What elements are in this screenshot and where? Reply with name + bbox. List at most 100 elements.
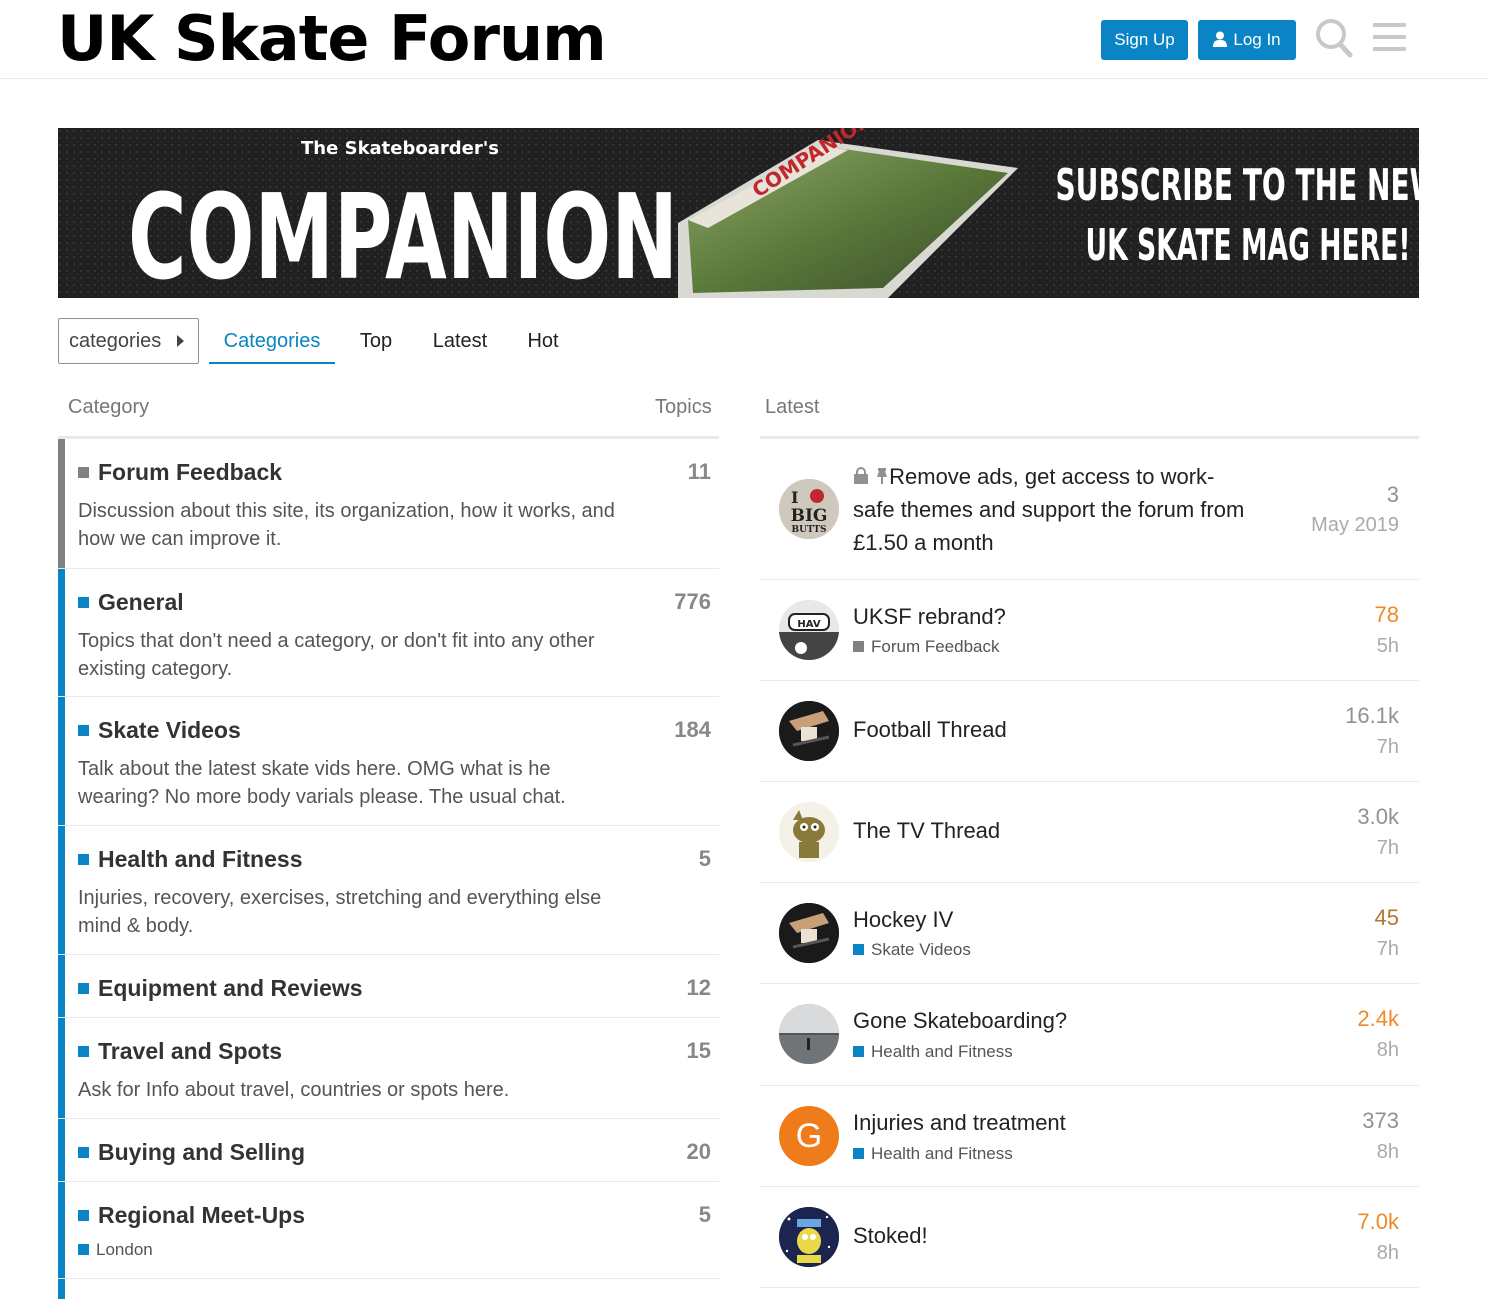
category-topic-count: 12 [686,975,711,1000]
tab-latest[interactable]: Latest [420,318,500,364]
avatar[interactable] [779,1004,839,1064]
avatar[interactable]: I BIG BUTTS [779,479,839,539]
topic-activity-time[interactable]: 8h [1377,1141,1399,1164]
category-name[interactable]: Travel and Spots [78,1038,282,1065]
category-name-text: Forum Feedback [98,459,283,485]
category-name-text: Skate Videos [98,717,241,743]
category-topic-count: 184 [674,717,711,742]
avatar[interactable] [779,903,839,963]
category-square-icon [78,1210,89,1221]
avatar[interactable] [779,1207,839,1267]
subcategory-link-london[interactable]: London [78,1240,153,1260]
category-square-icon [78,1147,89,1158]
category-row[interactable]: Regional Meet-Ups 5 London [58,1182,719,1279]
topic-activity-time[interactable]: 8h [1377,1242,1399,1265]
category-topic-count: 776 [674,589,711,614]
latest-column-header: Latest [765,396,820,418]
search-icon[interactable] [1315,18,1353,63]
hamburger-menu-icon[interactable] [1373,18,1409,63]
topic-row[interactable]: HAV UKSF rebrand? Forum Feedback 78 5h [760,580,1419,681]
category-column-header: Category [68,396,150,418]
topic-title[interactable]: Injuries and treatment [853,1106,1066,1139]
avatar[interactable] [779,701,839,761]
banner-cta-line1: SUBSCRIBE TO THE NEW [1056,160,1420,211]
category-row[interactable]: Health and Fitness 5 Injuries, recovery,… [58,826,719,955]
tab-hot[interactable]: Hot [515,318,571,364]
subcategory-square-icon [78,1244,89,1255]
topic-activity-time[interactable]: 7h [1377,837,1399,860]
topic-row[interactable]: Stoked! 7.0k 8h [760,1187,1419,1288]
site-logo[interactable]: UK Skate Forum [57,2,607,76]
topic-category-badge[interactable]: Forum Feedback [853,637,1000,657]
category-topic-count: 5 [698,1202,711,1227]
sign-up-button[interactable]: Sign Up [1101,20,1188,60]
banner-cta-line2: UK SKATE MAG HERE! [1086,220,1411,271]
topic-category-label: Health and Fitness [871,1042,1013,1061]
category-color-bar [58,1182,65,1278]
topic-title[interactable]: Stoked! [853,1219,928,1252]
category-square-icon [78,854,89,865]
categories-dropdown[interactable]: categories [58,318,199,364]
topic-title[interactable]: UKSF rebrand? [853,600,1006,633]
topic-category-label: Skate Videos [871,940,971,959]
topic-title[interactable]: Remove ads, get access to work-safe them… [853,460,1253,559]
category-description: Talk about the latest skate vids here. O… [78,758,566,808]
category-color-bar [58,1018,65,1118]
avatar[interactable]: G [779,1106,839,1166]
log-in-button[interactable]: Log In [1198,20,1296,60]
topic-row[interactable]: Football Thread 16.1k 7h [760,681,1419,782]
category-row[interactable]: Forum Feedback 11 Discussion about this … [58,439,719,569]
topic-title-text: Remove ads, get access to work-safe them… [853,464,1245,555]
category-topic-count: 11 [687,459,711,484]
category-name[interactable]: Buying and Selling [78,1139,305,1166]
category-color-bar [58,955,65,1017]
topic-category-badge[interactable]: Skate Videos [853,940,971,960]
tab-top[interactable]: Top [350,318,402,364]
subcategory-label: London [96,1240,153,1259]
category-description: Ask for Info about travel, countries or … [78,1079,510,1101]
topic-activity-time[interactable]: 5h [1377,635,1399,658]
topic-activity-time[interactable]: 8h [1377,1039,1399,1062]
category-row[interactable]: Travel and Spots 15 Ask for Info about t… [58,1018,719,1119]
topic-title[interactable]: Gone Skateboarding? [853,1004,1067,1037]
category-name[interactable]: General [78,589,184,616]
category-name[interactable]: Health and Fitness [78,846,302,873]
topic-post-count: 45 [1374,905,1399,930]
companion-ad-banner[interactable]: The Skateboarder's COMPANION COMPANION S… [58,128,1419,298]
topic-row[interactable]: The TV Thread 3.0k 7h [760,782,1419,883]
category-square-icon [78,725,89,736]
topic-category-badge[interactable]: Health and Fitness [853,1042,1013,1062]
category-name[interactable]: Forum Feedback [78,459,282,486]
topic-activity-time[interactable]: 7h [1377,736,1399,759]
category-name[interactable]: Equipment and Reviews [78,975,363,1002]
svg-text:HAV: HAV [797,619,820,630]
topic-post-count: 16.1k [1345,703,1399,728]
category-color-bar [58,826,65,954]
category-row[interactable]: General 776 Topics that don't need a cat… [58,569,719,697]
category-name[interactable]: Skate Videos [78,717,241,744]
topic-post-count: 7.0k [1357,1209,1399,1234]
category-name[interactable]: Regional Meet-Ups [78,1202,305,1229]
avatar[interactable]: HAV [779,600,839,660]
avatar[interactable] [779,802,839,862]
category-row[interactable]: Equipment and Reviews 12 [58,955,719,1018]
category-name-text: Health and Fitness [98,846,303,872]
topic-row[interactable]: Hockey IV Skate Videos 45 7h [760,883,1419,984]
category-square-icon [853,1046,864,1057]
topic-row[interactable]: I BIG BUTTS Remove ads, get access to work… [760,439,1419,580]
topic-category-badge[interactable]: Health and Fitness [853,1144,1013,1164]
category-square-icon [853,1148,864,1159]
category-row[interactable]: Skate Videos 184 Talk about the latest s… [58,697,719,826]
topic-title[interactable]: Hockey IV [853,903,953,936]
topic-row[interactable]: Gone Skateboarding? Health and Fitness 2… [760,984,1419,1086]
topic-title[interactable]: Football Thread [853,713,1007,746]
topic-row[interactable]: G Injuries and treatment Health and Fitn… [760,1086,1419,1187]
tab-categories[interactable]: Categories [209,318,335,364]
category-topic-count: 20 [686,1139,711,1164]
topic-activity-time[interactable]: 7h [1377,938,1399,961]
topic-title[interactable]: The TV Thread [853,814,1000,847]
topic-activity-time[interactable]: May 2019 [1311,514,1399,537]
category-name-text: Regional Meet-Ups [98,1202,306,1228]
category-description: Discussion about this site, its organiza… [78,500,615,550]
category-row[interactable]: Buying and Selling 20 [58,1119,719,1182]
